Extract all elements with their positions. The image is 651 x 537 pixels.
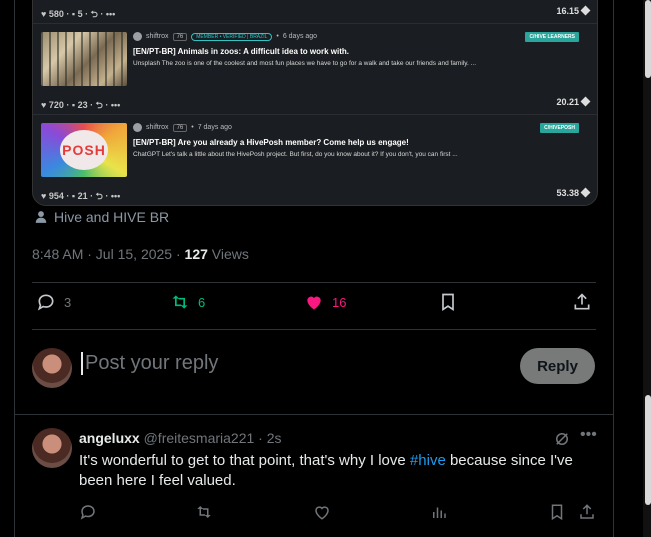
repost-icon: [172, 295, 188, 309]
reply-input[interactable]: Post your reply: [81, 352, 218, 375]
hashtag-link[interactable]: #hive: [410, 452, 446, 469]
share-action[interactable]: [572, 292, 592, 312]
like-action[interactable]: 16: [304, 292, 346, 312]
reply-icon[interactable]: [79, 503, 97, 521]
divider: [32, 282, 596, 283]
community-badge: C/HIVE LEARNERS: [525, 32, 579, 42]
column-border-right: [613, 0, 614, 537]
post-excerpt: ChatGPT Let's talk a little about the Hi…: [133, 151, 458, 158]
divider: [32, 329, 596, 330]
bookmark-icon[interactable]: [548, 503, 566, 521]
community-badge: C/HIVEPOSH: [540, 123, 579, 133]
share-icon[interactable]: [578, 503, 596, 521]
reply-text: It's wonderful to get to that point, tha…: [79, 452, 573, 489]
post-thumbnail: [41, 32, 127, 86]
hive-icon: [580, 96, 591, 107]
hive-icon: [580, 187, 591, 198]
bookmark-icon: [442, 293, 454, 312]
reply-button[interactable]: Reply: [520, 348, 595, 384]
column-border-left: [14, 0, 15, 537]
reply-icon: [37, 294, 54, 311]
share-icon: [574, 293, 590, 310]
post-stats-row: ♥ 720 · ▪ 23 · ⮌ · ••• 20.21: [33, 92, 597, 115]
post-title: [EN/PT-BR] Are you already a HivePosh me…: [133, 138, 409, 147]
post-meta: shiftrox 76 • 7 days ago: [133, 123, 232, 132]
more-icon[interactable]: •••: [580, 426, 597, 444]
author-avatar: [133, 32, 142, 41]
hive-post-zoo[interactable]: shiftrox 76 MEMBER • VERIFIED | BRAZIL •…: [33, 24, 597, 92]
grok-icon[interactable]: [553, 430, 571, 448]
scrollbar-thumb-secondary[interactable]: [645, 395, 651, 505]
hive-post-posh[interactable]: POSH shiftrox 76 • 7 days ago C/HIVEPOSH…: [33, 115, 597, 183]
author-avatar: [133, 123, 142, 132]
avatar[interactable]: [32, 428, 72, 468]
hive-icon: [580, 5, 591, 16]
heart-icon: [307, 296, 321, 310]
post-timestamp: 8:48 AM · Jul 15, 2025 · 127 Views: [32, 246, 249, 262]
analytics-icon[interactable]: [430, 503, 448, 521]
person-icon: [35, 211, 47, 223]
divider: [14, 414, 613, 415]
post-excerpt: Unsplash The zoo is one of the coolest a…: [133, 60, 477, 67]
action-bar: 3 6 16: [32, 292, 596, 320]
repost-icon[interactable]: [195, 503, 213, 521]
handle[interactable]: @freitesmaria221 · 2s: [144, 430, 282, 446]
location-tag[interactable]: Hive and HIVE BR: [34, 209, 169, 225]
heart-icon[interactable]: [313, 503, 331, 521]
scrollbar-thumb[interactable]: [645, 0, 651, 78]
reply-header: angeluxx @freitesmaria221 · 2s: [79, 430, 282, 446]
post-stats-row: ♥ 954 · ▪ 21 · ⮌ · ••• 53.38: [33, 183, 597, 205]
avatar[interactable]: [32, 348, 72, 388]
bookmark-action[interactable]: [438, 292, 458, 312]
post-meta: shiftrox 76 MEMBER • VERIFIED | BRAZIL •…: [133, 32, 317, 41]
post-thumbnail: POSH: [41, 123, 127, 177]
reply-action[interactable]: 3: [36, 292, 71, 312]
display-name[interactable]: angeluxx: [79, 430, 140, 446]
repost-action[interactable]: 6: [170, 292, 205, 312]
post-title: [EN/PT-BR] Animals in zoos: A difficult …: [133, 47, 350, 56]
post-stats-row: ♥ 580 · ▪ 5 · ⮌ · ••• 16.15: [33, 1, 597, 24]
embedded-image-card[interactable]: ♥ 580 · ▪ 5 · ⮌ · ••• 16.15 shiftrox 76 …: [32, 0, 598, 206]
